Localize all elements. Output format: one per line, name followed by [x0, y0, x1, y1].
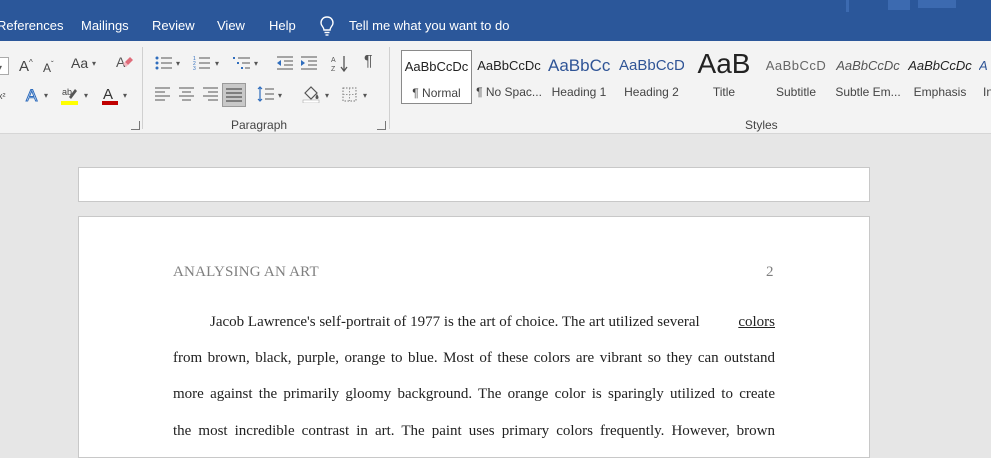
style-title[interactable]: AaB Title: [690, 48, 758, 102]
svg-text:A: A: [331, 57, 336, 64]
sort-icon[interactable]: AZ: [331, 54, 349, 72]
font-dialog-launcher[interactable]: [131, 121, 140, 130]
highlight-color-icon[interactable]: ab: [60, 85, 80, 105]
style-heading-1[interactable]: AaBbCc Heading 1: [548, 50, 610, 102]
chevron-down-icon[interactable]: ▾: [325, 91, 329, 100]
chevron-down-icon[interactable]: ▾: [176, 59, 180, 68]
chevron-down-icon[interactable]: ▾: [84, 91, 88, 100]
shrink-font-icon[interactable]: Aˇ: [43, 57, 54, 76]
superscript-icon[interactable]: x²: [0, 88, 6, 104]
style-normal[interactable]: AaBbCcDc ¶ Normal: [401, 50, 472, 104]
style-name: Subtitle: [775, 85, 817, 99]
style-name: Subtle Em...: [835, 85, 901, 99]
style-sample: AaBbCcDc: [908, 58, 972, 73]
chevron-down-icon[interactable]: ▾: [44, 91, 48, 100]
style-subtle-emphasis[interactable]: AaBbCcDc Subtle Em...: [835, 50, 901, 102]
grow-font-icon[interactable]: A^: [19, 55, 33, 75]
decrease-indent-icon[interactable]: [276, 55, 294, 71]
running-head: ANALYSING AN ART: [173, 264, 319, 280]
chevron-down-icon[interactable]: ▾: [123, 91, 127, 100]
justify-icon[interactable]: [222, 83, 246, 107]
svg-text:A: A: [116, 54, 126, 70]
borders-icon[interactable]: [342, 87, 357, 102]
body-line[interactable]: more against the primarily gloomy backgr…: [173, 386, 775, 403]
style-name: ¶ Normal: [412, 86, 461, 100]
tab-review[interactable]: Review: [152, 0, 195, 41]
styles-group-label: Styles: [745, 118, 778, 132]
increase-indent-icon[interactable]: [300, 55, 318, 71]
lightbulb-icon: [320, 16, 338, 36]
tab-help[interactable]: Help: [269, 0, 296, 41]
previous-page-bottom[interactable]: [78, 167, 870, 202]
line-spacing-icon[interactable]: [257, 86, 275, 102]
style-sample: AaBbCcD: [619, 57, 684, 74]
style-sample: AaBbCcDc: [404, 59, 469, 74]
group-divider: [142, 47, 143, 129]
style-name: ¶ No Spac...: [476, 85, 542, 99]
share-area-decoration: [846, 0, 849, 12]
tab-references[interactable]: References: [0, 0, 63, 41]
style-sample: AaBbCcD: [765, 58, 827, 73]
bullets-icon[interactable]: [155, 55, 173, 71]
paragraph-group-label: Paragraph: [231, 118, 288, 132]
tab-mailings[interactable]: Mailings: [81, 0, 129, 41]
text-effects-icon[interactable]: A: [25, 86, 41, 104]
font-color-icon[interactable]: A: [101, 85, 119, 105]
account-area-decoration: [918, 0, 956, 8]
paragraph-dialog-launcher[interactable]: [377, 121, 386, 130]
body-line[interactable]: the most incredible contrast in art. The…: [173, 423, 775, 440]
align-left-icon[interactable]: [155, 87, 171, 101]
align-center-icon[interactable]: [179, 87, 195, 101]
style-sample: AaBbCcDc: [836, 58, 900, 73]
style-emphasis[interactable]: AaBbCcDc Emphasis: [907, 50, 973, 102]
chevron-down-icon[interactable]: ▾: [278, 91, 282, 100]
multilevel-list-icon[interactable]: [232, 55, 252, 71]
ribbon-home: ▾ A^ Aˇ Aa ▾ A x² A ▾ ab ▾ A ▾ ▾ 123 ▾ ▾…: [0, 41, 991, 134]
body-line-text: Jacob Lawrence's self-portrait of 1977 i…: [210, 314, 700, 330]
svg-text:3: 3: [193, 66, 196, 71]
tab-view[interactable]: View: [217, 0, 245, 41]
numbering-icon[interactable]: 123: [193, 55, 211, 71]
chevron-down-icon[interactable]: ▾: [215, 59, 219, 68]
comments-area-decoration: [888, 0, 910, 10]
align-right-icon[interactable]: [203, 87, 219, 101]
style-name: Title: [712, 85, 736, 99]
style-sample: AaB: [697, 48, 751, 79]
chevron-down-icon[interactable]: ▾: [92, 59, 96, 68]
body-line[interactable]: Jacob Lawrence's self-portrait of 1977 i…: [173, 314, 775, 331]
body-line[interactable]: from brown, black, purple, orange to blu…: [173, 350, 775, 367]
style-subtitle[interactable]: AaBbCcD Subtitle: [764, 50, 828, 102]
chevron-down-icon[interactable]: ▾: [254, 59, 258, 68]
change-case-button[interactable]: Aa: [71, 55, 88, 71]
style-sample: AaBbCcDc: [477, 58, 541, 73]
ribbon-tab-bar: References Mailings Review View Help Tel…: [0, 0, 991, 41]
style-name: Heading 2: [624, 85, 679, 99]
show-formatting-marks-icon[interactable]: ¶: [364, 54, 373, 70]
style-sample: A: [979, 58, 988, 73]
chevron-down-icon[interactable]: ▾: [363, 91, 367, 100]
body-line-text: colors: [738, 314, 775, 330]
style-sample: AaBbCc: [548, 56, 610, 75]
font-size-dropdown[interactable]: ▾: [0, 57, 9, 75]
page-number: 2: [766, 264, 774, 280]
group-divider: [389, 47, 390, 129]
svg-text:A: A: [26, 86, 38, 104]
style-name: In: [983, 85, 991, 99]
shading-icon[interactable]: [302, 85, 322, 103]
document-page[interactable]: [78, 216, 870, 458]
style-name: Emphasis: [913, 85, 967, 99]
svg-text:Z: Z: [331, 66, 336, 72]
style-no-spacing[interactable]: AaBbCcDc ¶ No Spac...: [475, 50, 543, 102]
svg-text:A: A: [103, 86, 113, 103]
style-intense-emphasis[interactable]: A In: [979, 50, 991, 102]
style-heading-2[interactable]: AaBbCcD Heading 2: [619, 50, 684, 102]
clear-formatting-icon[interactable]: A: [116, 54, 134, 72]
style-name: Heading 1: [551, 85, 607, 99]
tell-me-search[interactable]: Tell me what you want to do: [349, 0, 509, 41]
